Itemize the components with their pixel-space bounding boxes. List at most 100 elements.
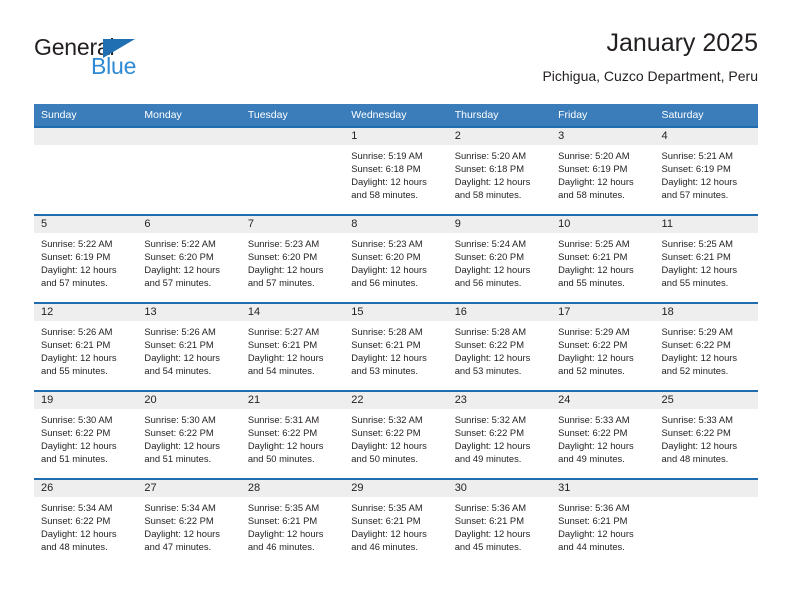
daylight-text-line1: Daylight: 12 hours [41, 528, 117, 540]
day-cell[interactable]: 23 Sunrise: 5:32 AM Sunset: 6:22 PM Dayl… [447, 392, 552, 478]
day-cell[interactable]: 30 Sunrise: 5:36 AM Sunset: 6:21 PM Dayl… [447, 480, 552, 566]
weekday-header-tuesday: Tuesday [247, 109, 288, 121]
day-number: 15 [344, 304, 448, 321]
day-cell[interactable]: 27 Sunrise: 5:34 AM Sunset: 6:22 PM Dayl… [137, 480, 241, 566]
day-details: Sunrise: 5:36 AM Sunset: 6:21 PM Dayligh… [448, 497, 551, 553]
day-number: 26 [34, 480, 138, 497]
sunrise-text: Sunrise: 5:36 AM [454, 502, 527, 513]
day-cell[interactable]: 11 Sunrise: 5:25 AM Sunset: 6:21 PM Dayl… [654, 216, 758, 302]
day-details: Sunrise: 5:32 AM Sunset: 6:22 PM Dayligh… [344, 409, 447, 465]
day-number: 6 [137, 216, 241, 233]
sunrise-text: Sunrise: 5:21 AM [661, 150, 733, 161]
day-number: 5 [34, 216, 138, 233]
day-cell[interactable]: 6 Sunrise: 5:22 AM Sunset: 6:20 PM Dayli… [137, 216, 241, 302]
daylight-text-line1: Daylight: 12 hours [144, 528, 220, 540]
day-cell[interactable]: 16 Sunrise: 5:28 AM Sunset: 6:22 PM Dayl… [447, 304, 552, 390]
daylight-text-line2: and 52 minutes. [558, 365, 625, 377]
title-block: January 2025 Pichigua, Cuzco Department,… [542, 28, 758, 86]
day-number [654, 480, 758, 497]
sunset-text: Sunset: 6:18 PM [351, 163, 421, 175]
day-cell[interactable]: 15 Sunrise: 5:28 AM Sunset: 6:21 PM Dayl… [344, 304, 448, 390]
daylight-text-line1: Daylight: 12 hours [41, 440, 117, 452]
sunrise-text: Sunrise: 5:28 AM [351, 326, 423, 337]
daylight-text-line2: and 52 minutes. [661, 365, 729, 377]
day-cell[interactable]: 2 Sunrise: 5:20 AM Sunset: 6:18 PM Dayli… [447, 128, 552, 214]
sunset-text: Sunset: 6:22 PM [454, 427, 524, 439]
sunrise-text: Sunrise: 5:32 AM [351, 414, 423, 425]
day-cell[interactable]: 1 Sunrise: 5:19 AM Sunset: 6:18 PM Dayli… [344, 128, 448, 214]
day-details: Sunrise: 5:24 AM Sunset: 6:20 PM Dayligh… [448, 233, 551, 289]
weekday-header-thursday: Thursday [454, 109, 499, 121]
sunrise-text: Sunrise: 5:20 AM [558, 150, 630, 161]
day-cell[interactable]: 10 Sunrise: 5:25 AM Sunset: 6:21 PM Dayl… [551, 216, 655, 302]
sunset-text: Sunset: 6:22 PM [247, 427, 318, 439]
daylight-text-line1: Daylight: 12 hours [247, 264, 324, 276]
daylight-text-line2: and 53 minutes. [351, 365, 418, 377]
sunrise-text: Sunrise: 5:30 AM [144, 414, 216, 425]
day-details: Sunrise: 5:29 AM Sunset: 6:22 PM Dayligh… [551, 321, 654, 377]
day-cell[interactable] [34, 128, 138, 214]
day-cell[interactable] [137, 128, 241, 214]
day-cell[interactable]: 9 Sunrise: 5:24 AM Sunset: 6:20 PM Dayli… [447, 216, 552, 302]
daylight-text-line1: Daylight: 12 hours [661, 352, 738, 364]
day-cell[interactable]: 28 Sunrise: 5:35 AM Sunset: 6:21 PM Dayl… [240, 480, 345, 566]
daylight-text-line1: Daylight: 12 hours [351, 176, 427, 188]
day-cell[interactable]: 26 Sunrise: 5:34 AM Sunset: 6:22 PM Dayl… [34, 480, 138, 566]
day-cell[interactable]: 18 Sunrise: 5:29 AM Sunset: 6:22 PM Dayl… [654, 304, 758, 390]
day-details: Sunrise: 5:27 AM Sunset: 6:21 PM Dayligh… [241, 321, 344, 377]
day-number [34, 128, 138, 145]
day-cell[interactable]: 14 Sunrise: 5:27 AM Sunset: 6:21 PM Dayl… [240, 304, 345, 390]
day-number: 21 [240, 392, 345, 409]
day-cell[interactable]: 8 Sunrise: 5:23 AM Sunset: 6:20 PM Dayli… [344, 216, 448, 302]
daylight-text-line2: and 58 minutes. [454, 189, 522, 201]
sunset-text: Sunset: 6:21 PM [144, 339, 214, 351]
daylight-text-line1: Daylight: 12 hours [144, 264, 220, 276]
day-details: Sunrise: 5:29 AM Sunset: 6:22 PM Dayligh… [655, 321, 758, 377]
day-number: 29 [344, 480, 448, 497]
calendar-grid: Sunday Monday Tuesday Wednesday Thursday… [34, 104, 758, 566]
day-cell[interactable]: 25 Sunrise: 5:33 AM Sunset: 6:22 PM Dayl… [654, 392, 758, 478]
daylight-text-line2: and 49 minutes. [558, 453, 625, 465]
daylight-text-line1: Daylight: 12 hours [454, 528, 531, 540]
daylight-text-line1: Daylight: 12 hours [41, 352, 117, 364]
weekday-header-sunday: Sunday [41, 109, 77, 121]
day-cell[interactable]: 3 Sunrise: 5:20 AM Sunset: 6:19 PM Dayli… [551, 128, 655, 214]
day-details: Sunrise: 5:20 AM Sunset: 6:19 PM Dayligh… [551, 145, 654, 201]
day-cell[interactable]: 17 Sunrise: 5:29 AM Sunset: 6:22 PM Dayl… [551, 304, 655, 390]
day-cell[interactable]: 31 Sunrise: 5:36 AM Sunset: 6:21 PM Dayl… [551, 480, 655, 566]
general-blue-logo[interactable]: General Blue [34, 34, 234, 94]
day-number: 8 [344, 216, 448, 233]
sunset-text: Sunset: 6:22 PM [661, 427, 731, 439]
day-number: 10 [551, 216, 655, 233]
day-cell[interactable]: 24 Sunrise: 5:33 AM Sunset: 6:22 PM Dayl… [551, 392, 655, 478]
page-subtitle: Pichigua, Cuzco Department, Peru [542, 68, 758, 84]
day-cell[interactable]: 7 Sunrise: 5:23 AM Sunset: 6:20 PM Dayli… [240, 216, 345, 302]
day-cell[interactable]: 5 Sunrise: 5:22 AM Sunset: 6:19 PM Dayli… [34, 216, 138, 302]
sunset-text: Sunset: 6:20 PM [454, 251, 524, 263]
day-details [34, 145, 137, 149]
day-cell[interactable]: 19 Sunrise: 5:30 AM Sunset: 6:22 PM Dayl… [34, 392, 138, 478]
day-details: Sunrise: 5:28 AM Sunset: 6:21 PM Dayligh… [344, 321, 447, 377]
day-details: Sunrise: 5:30 AM Sunset: 6:22 PM Dayligh… [34, 409, 137, 465]
day-cell[interactable]: 13 Sunrise: 5:26 AM Sunset: 6:21 PM Dayl… [137, 304, 241, 390]
sunset-text: Sunset: 6:22 PM [558, 339, 628, 351]
daylight-text-line2: and 48 minutes. [661, 453, 729, 465]
day-cell[interactable]: 4 Sunrise: 5:21 AM Sunset: 6:19 PM Dayli… [654, 128, 758, 214]
day-cell[interactable]: 21 Sunrise: 5:31 AM Sunset: 6:22 PM Dayl… [240, 392, 345, 478]
day-cell[interactable] [654, 480, 758, 566]
day-cell[interactable]: 29 Sunrise: 5:35 AM Sunset: 6:21 PM Dayl… [344, 480, 448, 566]
daylight-text-line1: Daylight: 12 hours [454, 352, 531, 364]
week-row: 19 Sunrise: 5:30 AM Sunset: 6:22 PM Dayl… [34, 390, 758, 478]
day-cell[interactable]: 22 Sunrise: 5:32 AM Sunset: 6:22 PM Dayl… [344, 392, 448, 478]
daylight-text-line1: Daylight: 12 hours [558, 176, 634, 188]
sunset-text: Sunset: 6:22 PM [558, 427, 628, 439]
weekday-header-wednesday: Wednesday [351, 109, 407, 121]
daylight-text-line2: and 54 minutes. [144, 365, 212, 377]
sunset-text: Sunset: 6:21 PM [41, 339, 111, 351]
daylight-text-line2: and 50 minutes. [247, 453, 315, 465]
day-cell[interactable] [240, 128, 345, 214]
sunrise-text: Sunrise: 5:29 AM [661, 326, 733, 337]
day-cell[interactable]: 20 Sunrise: 5:30 AM Sunset: 6:22 PM Dayl… [137, 392, 241, 478]
week-row: 26 Sunrise: 5:34 AM Sunset: 6:22 PM Dayl… [34, 478, 758, 566]
day-cell[interactable]: 12 Sunrise: 5:26 AM Sunset: 6:21 PM Dayl… [34, 304, 138, 390]
